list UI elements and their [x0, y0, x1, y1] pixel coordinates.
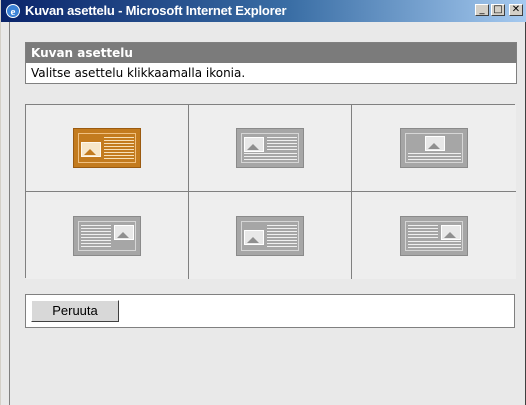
layout-option-image-left-small[interactable] — [189, 192, 352, 279]
window-title: Kuvan asettelu - Microsoft Internet Expl… — [25, 3, 287, 18]
layout-image-left-small-icon — [236, 215, 304, 256]
layout-image-center-icon — [400, 128, 468, 168]
instruction-text: Valitse asettelu klikkaamalla ikonia. — [31, 66, 246, 80]
layout-image-right-wrap-icon — [400, 215, 468, 256]
layout-option-image-center[interactable] — [352, 105, 516, 192]
layout-image-left-wrap-icon — [236, 128, 304, 168]
close-button[interactable]: ✕ — [509, 4, 523, 16]
svg-text:e: e — [11, 6, 16, 18]
layout-option-image-right-wrap[interactable] — [352, 192, 516, 279]
layout-option-image-left[interactable] — [26, 105, 189, 192]
layout-grid — [25, 104, 516, 279]
cancel-button[interactable]: Peruuta — [31, 300, 119, 322]
layout-option-image-right[interactable] — [26, 192, 189, 279]
internet-explorer-icon: e — [6, 4, 20, 18]
panel-heading: Kuvan asettelu — [26, 43, 516, 63]
title-bar[interactable]: e Kuvan asettelu - Microsoft Internet Ex… — [1, 0, 526, 22]
layout-image-right-icon — [73, 215, 141, 256]
header-panel: Kuvan asettelu Valitse asettelu klikkaam… — [25, 42, 517, 84]
minimize-button[interactable]: _ — [475, 4, 489, 16]
dialog-content: Kuvan asettelu Valitse asettelu klikkaam… — [9, 22, 525, 405]
footer-bar: Peruuta — [25, 294, 515, 328]
browser-window: e Kuvan asettelu - Microsoft Internet Ex… — [0, 0, 526, 405]
layout-image-left-icon — [73, 128, 141, 168]
maximize-button[interactable]: □ — [491, 4, 505, 16]
layout-option-image-left-wrap[interactable] — [189, 105, 352, 192]
